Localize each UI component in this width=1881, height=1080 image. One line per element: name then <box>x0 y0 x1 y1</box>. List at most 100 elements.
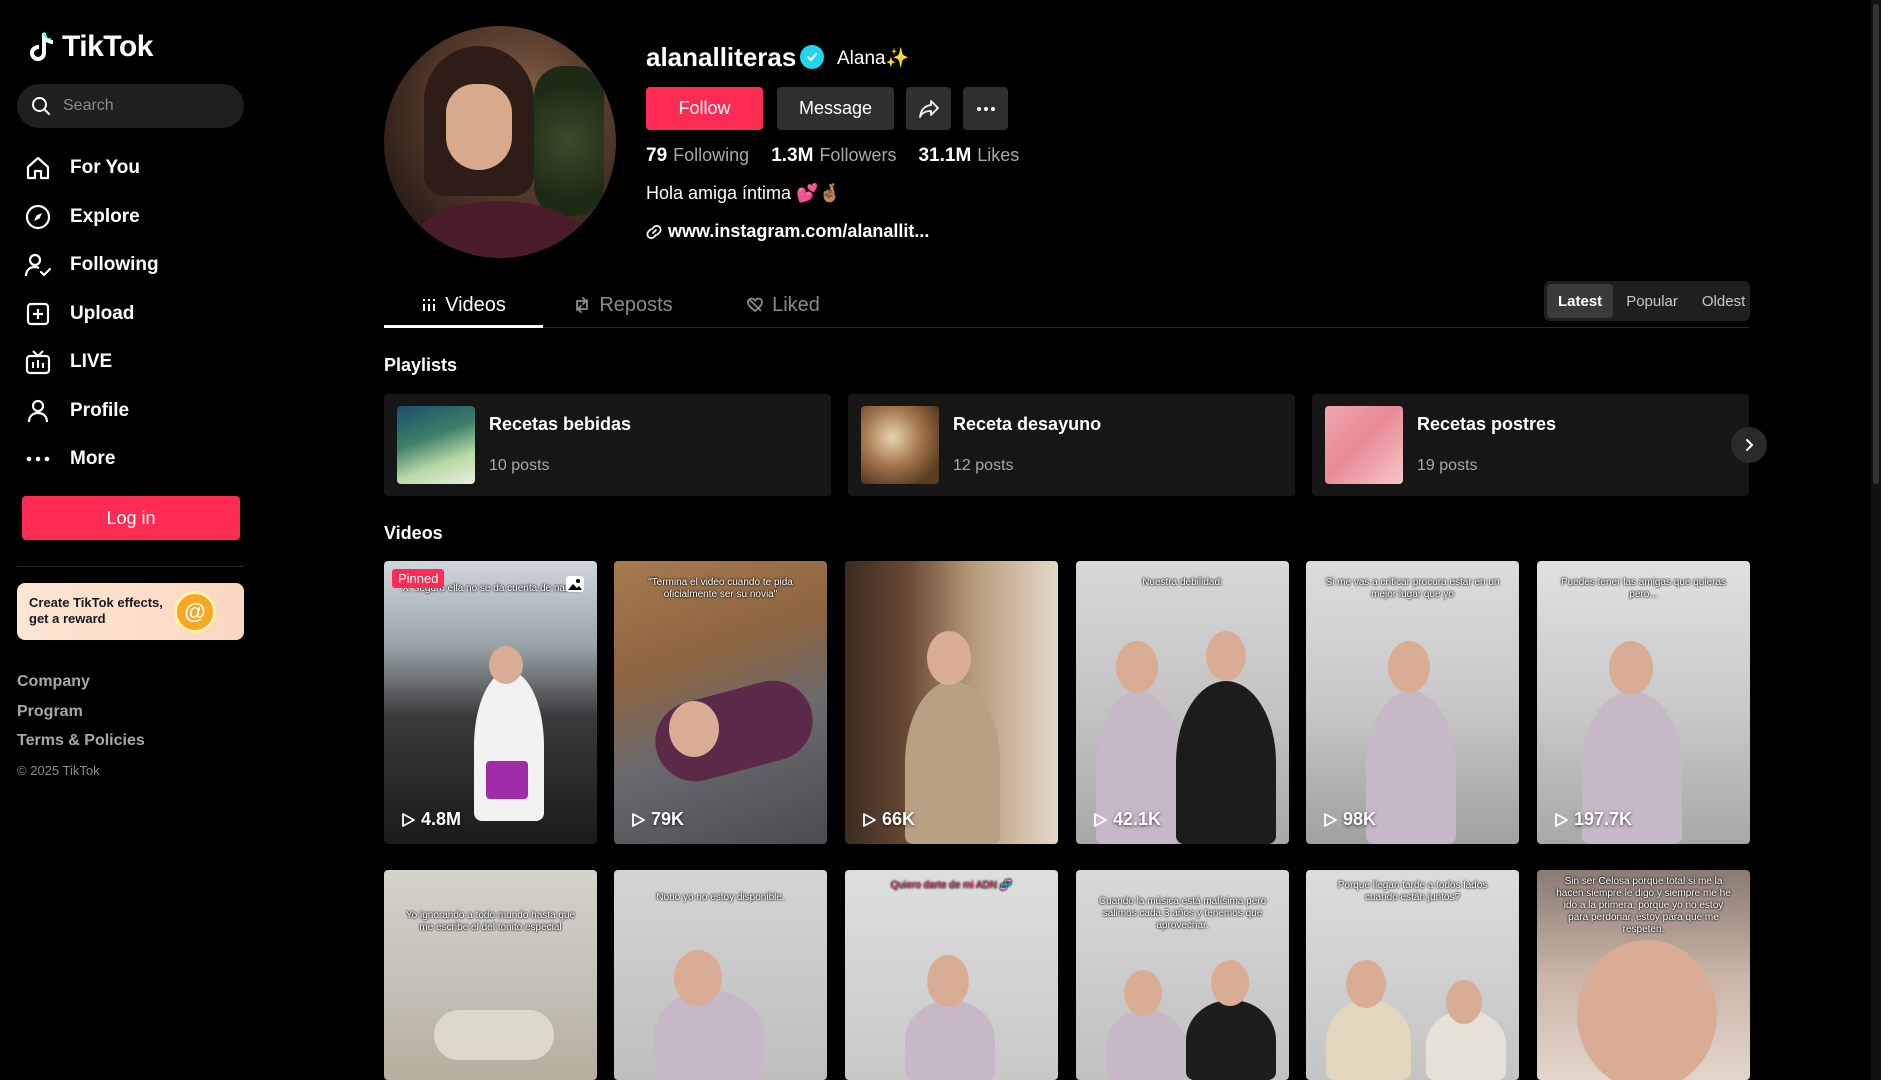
profile-more-button[interactable] <box>963 87 1008 130</box>
playlist-card[interactable]: Recetas bebidas 10 posts <box>384 394 831 496</box>
playlist-card[interactable]: Receta desayuno 12 posts <box>848 394 1295 496</box>
effects-promo-text: Create TikTok effects, get a reward <box>29 595 163 626</box>
nav-following[interactable]: Following <box>24 241 159 290</box>
login-button[interactable]: Log in <box>22 496 240 540</box>
video-caption: Cuando la música está malísima pero sali… <box>1098 896 1267 931</box>
likes-count: 31.1M <box>918 145 972 166</box>
video-thumbnail[interactable]: Porque llegan tarde a todos lados cuando… <box>1306 870 1519 1080</box>
video-person <box>1176 681 1276 844</box>
video-thumbnail[interactable]: Yo ignorando a todo mundo hasta que me e… <box>384 870 597 1080</box>
video-person-head <box>489 646 523 684</box>
profile-link[interactable]: www.instagram.com/alanallit... <box>646 221 929 242</box>
playlist-name: Receta desayuno <box>953 414 1102 434</box>
video-caption: Puedes tener las amigas que quieras pero… <box>1560 577 1727 600</box>
active-tab-indicator <box>384 325 543 328</box>
play-icon <box>1555 812 1568 827</box>
tab-videos[interactable]: Videos <box>384 282 543 328</box>
following-stat[interactable]: 79 Following <box>646 145 749 167</box>
video-view-count: 197.7K <box>1553 809 1632 830</box>
repost-icon <box>576 297 589 313</box>
nav-for-you[interactable]: For You <box>24 144 159 193</box>
tab-reposts[interactable]: Reposts <box>543 282 703 328</box>
video-thumbnail[interactable]: X: seguro ella no se da cuenta de nada. … <box>384 561 597 844</box>
video-person-head <box>927 631 971 685</box>
nav-explore[interactable]: Explore <box>24 193 159 242</box>
profile-username: alanalliteras <box>646 42 797 72</box>
scrollbar-thumb[interactable] <box>1873 4 1879 484</box>
avatar-bg-tree <box>534 66 604 216</box>
view-count-text: 79K <box>651 809 685 829</box>
play-icon <box>1324 812 1337 827</box>
video-person <box>654 990 764 1080</box>
nav-profile[interactable]: Profile <box>24 387 159 436</box>
video-thumbnail[interactable]: Nuestra debilidad: 42.1K <box>1076 561 1289 844</box>
search-bar[interactable] <box>17 84 244 128</box>
nav-more[interactable]: More <box>24 435 159 484</box>
playlist-thumbnail <box>397 406 475 484</box>
video-thumbnail[interactable]: Sin ser Celosa porque total si me la hac… <box>1537 870 1750 1080</box>
more-icon <box>26 456 50 462</box>
sort-oldest[interactable]: Oldest <box>1691 284 1756 318</box>
video-thumbnail[interactable]: Nono yo no estoy disponible. <box>614 870 827 1080</box>
footer-terms[interactable]: Terms & Policies <box>17 731 145 761</box>
sort-latest[interactable]: Latest <box>1547 284 1614 318</box>
video-thumbnail[interactable]: Quiero darte de mi ADN 🧬 <box>845 870 1058 1080</box>
video-thumbnail[interactable]: 66K <box>845 561 1058 844</box>
video-thumbnail[interactable]: "Termina el video cuando te pida oficial… <box>614 561 827 844</box>
verified-badge-icon <box>800 45 824 69</box>
search-input[interactable] <box>63 97 223 115</box>
playlist-count: 10 posts <box>489 457 550 474</box>
playlist-card[interactable]: Recetas postres 19 posts <box>1312 394 1749 496</box>
video-person-head <box>1211 960 1249 1006</box>
video-caption: Quiero darte de mi ADN 🧬 <box>890 880 1013 891</box>
effects-reward-icon: @ <box>174 591 216 633</box>
profile-stats: 79 Following 1.3M Followers 31.1M Likes <box>646 145 1019 167</box>
video-person-head <box>1346 960 1386 1008</box>
video-view-count: 42.1K <box>1092 809 1161 830</box>
video-caption: Si me vas a criticar procura estar en un… <box>1325 577 1500 600</box>
message-button[interactable]: Message <box>777 87 894 130</box>
playlist-count: 19 posts <box>1417 457 1478 474</box>
view-count-text: 4.8M <box>421 809 462 829</box>
follow-button[interactable]: Follow <box>646 87 763 130</box>
nav-live[interactable]: LIVE <box>24 338 159 387</box>
video-bag <box>486 761 528 799</box>
nav-label: For You <box>70 157 141 179</box>
video-thumbnail[interactable]: Puedes tener las amigas que quieras pero… <box>1537 561 1750 844</box>
copyright: © 2025 TikTok <box>17 762 100 778</box>
following-count: 79 <box>646 145 668 166</box>
compass-icon <box>25 204 51 229</box>
video-person-head <box>1206 631 1246 681</box>
chevron-right-icon <box>1746 439 1754 451</box>
footer-company[interactable]: Company <box>17 672 145 702</box>
video-view-count: 4.8M <box>400 809 461 830</box>
search-icon <box>32 97 50 115</box>
playlists-heading: Playlists <box>384 355 458 375</box>
page-scrollbar[interactable] <box>1871 0 1881 1080</box>
tiktok-logo[interactable]: TikTok <box>26 30 153 64</box>
nav-label: LIVE <box>70 351 113 373</box>
home-icon <box>26 157 50 180</box>
play-icon <box>863 812 876 827</box>
video-caption: Porque llegan tarde a todos lados cuando… <box>1337 880 1488 903</box>
effects-promo-card[interactable]: Create TikTok effects, get a reward @ <box>17 583 244 640</box>
nav-upload[interactable]: Upload <box>24 290 159 339</box>
nav-label: More <box>70 448 116 470</box>
footer-links: Company Program Terms & Policies © 2025 … <box>17 672 145 778</box>
video-person <box>1366 691 1456 844</box>
tab-liked[interactable]: Liked <box>703 282 863 328</box>
video-caption: "Termina el video cuando te pida oficial… <box>648 577 793 600</box>
play-icon <box>632 812 645 827</box>
playlist-next-button[interactable] <box>1731 427 1767 463</box>
video-person-head <box>1446 980 1482 1024</box>
playlist-thumbnail <box>1325 406 1403 484</box>
video-thumbnail[interactable]: Si me vas a criticar procura estar en un… <box>1306 561 1519 844</box>
footer-program[interactable]: Program <box>17 702 145 732</box>
tab-label: Videos <box>445 293 506 316</box>
share-button[interactable] <box>906 87 951 130</box>
sort-popular[interactable]: Popular <box>1615 284 1689 318</box>
video-person <box>1186 1000 1276 1080</box>
video-person <box>1106 1010 1186 1080</box>
video-thumbnail[interactable]: Cuando la música está malísima pero sali… <box>1076 870 1289 1080</box>
followers-stat[interactable]: 1.3M Followers <box>771 145 896 167</box>
